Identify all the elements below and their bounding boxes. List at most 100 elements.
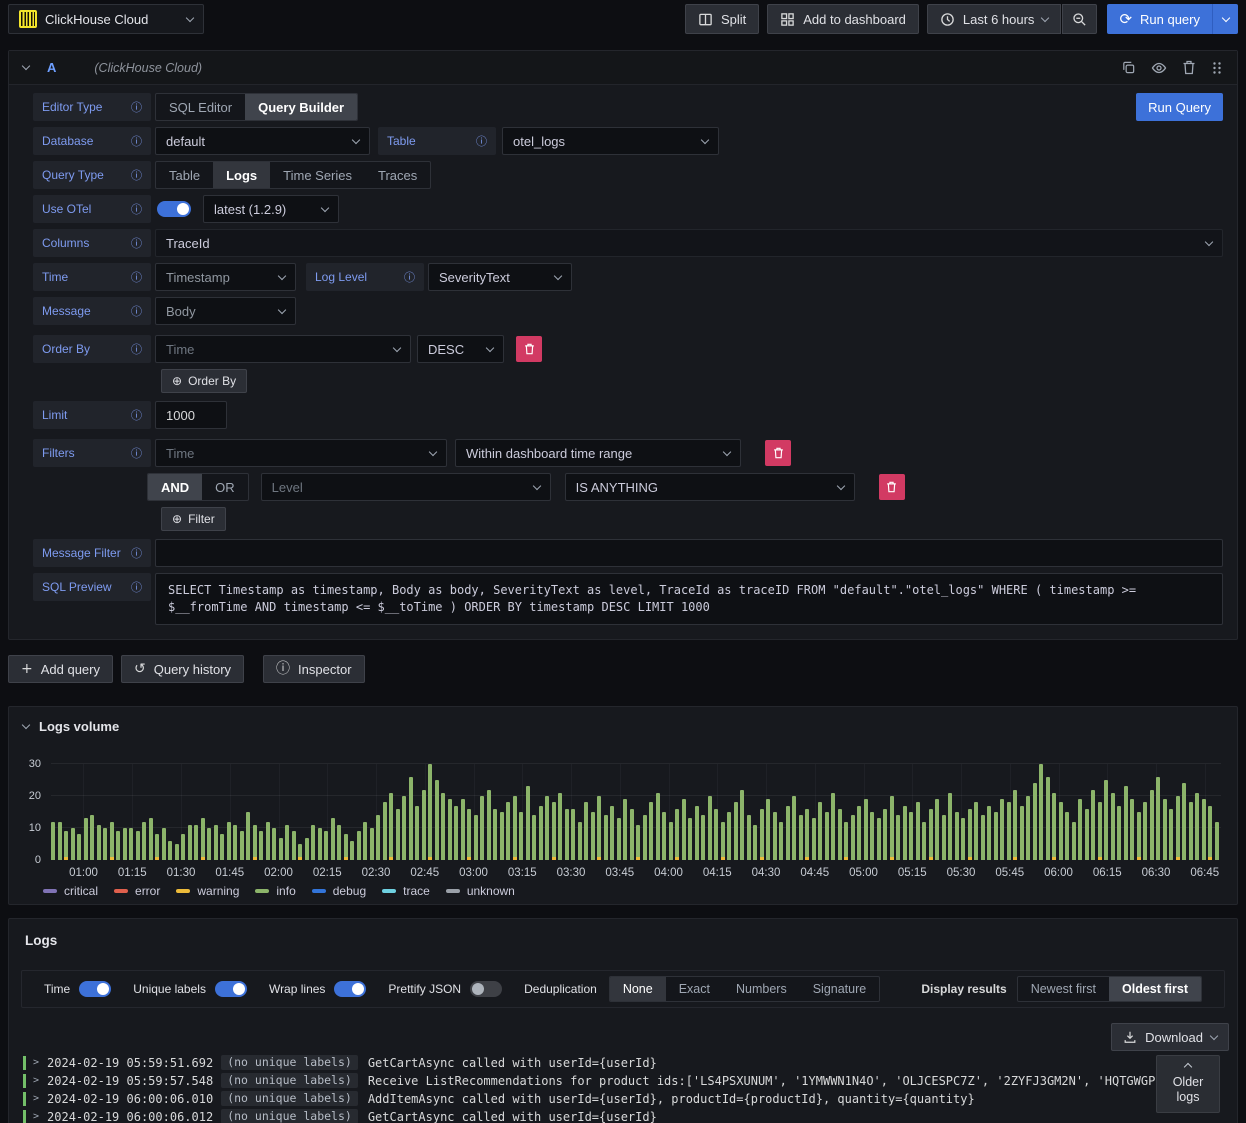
filter2-operator-select[interactable]: IS ANYTHING bbox=[564, 473, 855, 501]
add-filter-button[interactable]: ⊕ Filter bbox=[161, 507, 226, 531]
x-axis-tick-label: 05:15 bbox=[897, 867, 927, 879]
volume-bar bbox=[688, 818, 692, 860]
volume-bar-warning-segment bbox=[1052, 857, 1056, 860]
log-row[interactable]: >2024-02-19 06:00:06.010 (no unique label… bbox=[21, 1090, 1237, 1108]
run-query-button[interactable]: ⟳ Run query bbox=[1107, 4, 1212, 34]
download-button[interactable]: Download bbox=[1111, 1023, 1229, 1051]
collapse-icon[interactable] bbox=[21, 720, 31, 730]
log-row[interactable]: >2024-02-19 06:00:06.012 (no unique label… bbox=[21, 1108, 1237, 1123]
expand-chevron-icon[interactable]: > bbox=[33, 1072, 39, 1090]
volume-bar bbox=[694, 805, 699, 860]
log-row[interactable]: >2024-02-19 05:59:51.692 (no unique label… bbox=[21, 1054, 1237, 1072]
add-order-by-button[interactable]: ⊕ Order By bbox=[161, 369, 248, 393]
hide-response-eye-icon[interactable] bbox=[1151, 60, 1167, 76]
display-oldest-first[interactable]: Oldest first bbox=[1109, 977, 1201, 1001]
limit-input[interactable] bbox=[155, 401, 227, 429]
tab-query-builder[interactable]: Query Builder bbox=[245, 94, 358, 120]
database-select[interactable]: default bbox=[155, 127, 370, 155]
expand-chevron-icon[interactable]: > bbox=[33, 1054, 39, 1072]
time-range-picker[interactable]: Last 6 hours bbox=[926, 4, 1062, 34]
legend-item-error[interactable]: error bbox=[114, 884, 160, 898]
volume-bar-warning-segment bbox=[551, 857, 556, 860]
download-icon bbox=[1123, 1030, 1137, 1044]
query-type-logs[interactable]: Logs bbox=[213, 162, 271, 188]
legend-item-trace[interactable]: trace bbox=[382, 884, 430, 898]
duplicate-query-icon[interactable] bbox=[1121, 60, 1136, 75]
drag-handle-icon[interactable] bbox=[1211, 61, 1223, 75]
query-type-table[interactable]: Table bbox=[156, 162, 213, 188]
dedup-numbers[interactable]: Numbers bbox=[723, 977, 800, 1001]
volume-bar bbox=[428, 764, 432, 860]
use-otel-toggle[interactable] bbox=[157, 201, 191, 217]
legend-item-info[interactable]: info bbox=[255, 884, 296, 898]
query-type-traces[interactable]: Traces bbox=[365, 162, 430, 188]
remove-filter-button[interactable] bbox=[765, 440, 791, 466]
split-button[interactable]: Split bbox=[684, 4, 760, 34]
add-query-button[interactable]: + Add query bbox=[8, 655, 113, 683]
older-logs-button[interactable]: Older logs bbox=[1156, 1055, 1220, 1113]
dedup-signature[interactable]: Signature bbox=[800, 977, 880, 1001]
volume-bar bbox=[1065, 812, 1069, 860]
display-newest-first[interactable]: Newest first bbox=[1018, 977, 1109, 1001]
bool-and[interactable]: AND bbox=[148, 474, 203, 500]
bool-or[interactable]: OR bbox=[202, 474, 248, 500]
volume-bar bbox=[954, 812, 959, 860]
run-query-inline-button[interactable]: Run Query bbox=[1136, 93, 1223, 121]
columns-multiselect[interactable]: TraceId bbox=[155, 229, 1223, 257]
volume-bar bbox=[961, 818, 965, 860]
table-select[interactable]: otel_logs bbox=[502, 127, 719, 155]
chevron-down-icon bbox=[553, 271, 563, 280]
legend-item-critical[interactable]: critical bbox=[43, 884, 98, 898]
order-by-field-select[interactable]: Time bbox=[155, 335, 411, 363]
query-editor-panel: A (ClickHouse Cloud) Editor Type ⓘ SQL Ed… bbox=[8, 50, 1238, 640]
expand-chevron-icon[interactable]: > bbox=[33, 1108, 39, 1123]
legend-item-unknown[interactable]: unknown bbox=[445, 884, 515, 898]
filter-operator-select[interactable]: Within dashboard time range bbox=[455, 439, 741, 467]
legend-label: info bbox=[276, 884, 296, 898]
unique-labels-toggle[interactable] bbox=[214, 981, 247, 997]
expand-chevron-icon[interactable]: > bbox=[33, 1090, 39, 1108]
dedup-exact[interactable]: Exact bbox=[666, 977, 723, 1001]
filter-field-select[interactable]: Time bbox=[155, 439, 447, 467]
dedup-none[interactable]: None bbox=[609, 977, 666, 1001]
zoom-out-time-button[interactable] bbox=[1062, 4, 1098, 34]
log-level-select[interactable]: SeverityText bbox=[428, 263, 572, 291]
run-query-dropdown[interactable] bbox=[1212, 4, 1238, 34]
legend-item-warning[interactable]: warning bbox=[176, 884, 239, 898]
remove-order-by-button[interactable] bbox=[516, 336, 542, 362]
collapse-icon[interactable] bbox=[21, 61, 31, 71]
message-filter-input[interactable] bbox=[155, 539, 1223, 567]
query-history-button[interactable]: ↺ Query history bbox=[121, 655, 245, 683]
volume-bar bbox=[506, 802, 510, 860]
volume-bar bbox=[265, 821, 270, 860]
volume-bar bbox=[642, 815, 647, 860]
filter2-field-select[interactable]: Level bbox=[260, 473, 551, 501]
order-by-direction-select[interactable]: DESC bbox=[417, 335, 504, 363]
volume-bar bbox=[655, 792, 660, 860]
log-row[interactable]: >2024-02-19 05:59:57.548 (no unique label… bbox=[21, 1072, 1237, 1090]
chevron-down-icon bbox=[836, 481, 845, 490]
volume-bar bbox=[148, 818, 153, 860]
otel-version-select[interactable]: latest (1.2.9) bbox=[203, 195, 339, 223]
wrap-lines-toggle[interactable] bbox=[334, 981, 367, 997]
remove-query-trash-icon[interactable] bbox=[1182, 60, 1196, 75]
datasource-picker[interactable]: ClickHouse Cloud bbox=[8, 4, 204, 34]
volume-bar bbox=[103, 828, 107, 860]
volume-bar bbox=[824, 812, 829, 860]
remove-filter2-button[interactable] bbox=[878, 474, 905, 500]
volume-bar bbox=[876, 818, 881, 860]
query-row-header[interactable]: A (ClickHouse Cloud) bbox=[9, 51, 1237, 85]
tab-sql-editor[interactable]: SQL Editor bbox=[156, 94, 245, 120]
prettify-json-toggle[interactable] bbox=[470, 981, 503, 997]
volume-bar-warning-segment bbox=[1097, 857, 1102, 860]
time-column-select[interactable]: Timestamp bbox=[155, 263, 296, 291]
query-type-time-series[interactable]: Time Series bbox=[270, 162, 365, 188]
add-to-dashboard-button[interactable]: Add to dashboard bbox=[767, 4, 919, 34]
time-toggle[interactable] bbox=[79, 981, 112, 997]
inspector-button[interactable]: ⓘ Inspector bbox=[263, 655, 365, 683]
volume-bar-warning-segment bbox=[109, 857, 114, 860]
legend-swatch bbox=[43, 889, 57, 893]
legend-item-debug[interactable]: debug bbox=[311, 884, 366, 898]
message-column-select[interactable]: Body bbox=[155, 297, 296, 325]
volume-bar bbox=[928, 808, 933, 860]
